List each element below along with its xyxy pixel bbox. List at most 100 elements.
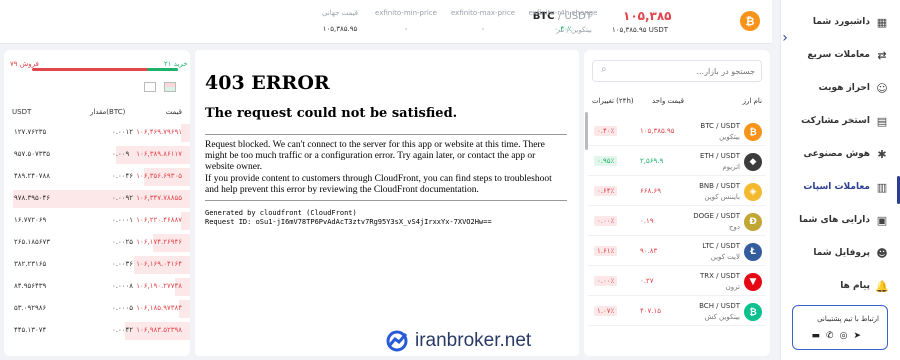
chat-icon[interactable]: ▬ <box>812 331 821 341</box>
row-price: ۱۰۶,۳۵۶.۶۹۳۰۵ <box>136 172 182 180</box>
phone-icon[interactable]: ✆ <box>826 331 834 341</box>
market-row[interactable]: ◈ BNB / USDT بایننس کوین ۶۶۸.۶۹ ۰.۶۴٪ <box>588 178 766 206</box>
stat-label: exfinito-min-price <box>375 9 437 17</box>
error-message: Request blocked. We can't connect to the… <box>205 140 545 172</box>
coin-icon: Ł <box>744 243 762 261</box>
market-symbol: BNB / USDT <box>699 182 740 190</box>
market-price: ۲,۵۶۹.۹ <box>640 157 664 165</box>
row-amount: ۰.۰۰۰۵ <box>112 304 134 312</box>
order-book-row[interactable]: ۲۶۵.۱۸۵۶۷۳ ۰.۰۰۲۵ ۱۰۶,۱۷۴.۲۶۹۴۶ <box>4 232 190 254</box>
col-change: تغییرات (۲۴h) <box>592 97 634 105</box>
wallet-icon: ▣ <box>876 213 888 227</box>
support-box[interactable]: ارتباط با تیم پشتیبانی ▬ ✆ ◎ ➤ <box>792 305 888 350</box>
divider <box>205 200 567 201</box>
market-header: ₿ BTC / USDT بیتکوین / تتر ۱۰۵,۳۸۵ ۱۰۵,۳… <box>0 0 772 44</box>
profile-icon: ☻ <box>876 246 888 260</box>
row-amount: ۰.۰۰۹۲ <box>112 194 134 202</box>
col-price: قیمت واحد <box>652 97 684 105</box>
buy-summary: خرید ۲۱ <box>164 60 188 68</box>
order-book-row[interactable]: ۹۷۸.۳۹۵۰۴۶ ۰.۰۰۹۲ ۱۰۶,۳۴۷.۷۸۸۵۵ <box>4 188 190 210</box>
row-total: ۹۷۸.۳۹۵۰۴۶ <box>14 194 51 202</box>
sidebar-item-label: استخر مشارکت <box>801 116 870 126</box>
stat-value: ۰.۴۰٪ <box>554 25 572 33</box>
book-view-buy-icon[interactable] <box>144 82 156 92</box>
collapse-sidebar-icon[interactable]: › <box>780 26 790 50</box>
sidebar-item-chart[interactable]: ▥ معاملات اسپات <box>803 180 888 194</box>
market-row[interactable]: ₿ BTC / USDT بیتکوین ۱۰۵,۳۸۵.۹۵ ۰.۴۰٪ <box>588 118 766 146</box>
order-book-row[interactable]: ۸۴.۹۵۶۴۳۹ ۰.۰۰۰۸ ۱۰۶,۱۹۰.۲۷۷۴۸ <box>4 276 190 298</box>
row-price: ۱۰۶,۱۶۹.۰۴۱۶۴ <box>136 260 182 268</box>
order-book-row[interactable]: ۳۸۲.۲۳۱۶۵ ۰.۰۰۳۶ ۱۰۶,۱۶۹.۰۴۱۶۴ <box>4 254 190 276</box>
sidebar-item-label: دارایی های شما <box>799 215 870 225</box>
coin-icon: ▼ <box>744 273 762 291</box>
market-symbol: LTC / USDT <box>702 242 740 250</box>
row-total: ۸۴.۹۵۶۴۳۹ <box>14 282 47 290</box>
coin-icon: ₿ <box>744 123 762 141</box>
market-row[interactable]: Ł LTC / USDT لایت کوین ۹۰.۸۳ ۱.۶۱٪ <box>588 238 766 266</box>
market-price: ۹۰.۸۳ <box>640 247 658 255</box>
market-row[interactable]: ▼ TRX / USDT ترون ۰.۲۷ ۰.۰۰٪ <box>588 268 766 296</box>
last-price: ۱۰۵,۳۸۵ <box>623 9 672 23</box>
row-price: ۱۰۶,۱۹۰.۲۷۷۴۸ <box>136 282 182 290</box>
sidebar-item-grid[interactable]: ▦ داشبورد شما <box>813 16 888 29</box>
stat-label: قیمت جهانی <box>321 9 359 17</box>
market-name: دوج <box>728 223 740 231</box>
market-row[interactable]: ◆ ETH / USDT اتریوم ۲,۵۶۹.۹ ۰.۹۵٪ <box>588 148 766 176</box>
sidebar-item-pool[interactable]: ▤ استخر مشارکت <box>801 114 888 128</box>
swap-icon: ⇄ <box>877 48 887 62</box>
order-book-row[interactable]: ۱۲۷.۷۶۲۳۵ ۰.۰۰۱۲ ۱۰۶,۴۶۹.۷۹۶۹۱ <box>4 122 190 144</box>
error-generated: Generated by cloudfront (CloudFront) <box>205 209 357 217</box>
market-symbol: DOGE / USDT <box>693 212 740 220</box>
row-price: ۱۰۶,۱۷۴.۲۶۹۴۶ <box>136 238 182 246</box>
order-book-row[interactable]: ۱۶.۷۷۲۰۶۹ ۰.۰۰۰۱ ۱۰۶,۲۲۰.۴۶۸۸۷ <box>4 210 190 232</box>
sidebar-item-ai[interactable]: ✱ هوش مصنوعی <box>804 148 888 161</box>
search-icon: ⌕ <box>601 64 607 75</box>
sidebar-item-bell[interactable]: 🔔 پیام ها <box>840 279 889 293</box>
market-name: ترون <box>725 283 740 291</box>
order-book-row[interactable]: ۵۳.۰۹۲۹۸۶ ۰.۰۰۰۵ ۱۰۶,۱۸۵.۹۷۳۸۴ <box>4 298 190 320</box>
market-row[interactable]: Đ DOGE / USDT دوج ۰.۱۹ ۰.۰۰٪ <box>588 208 766 236</box>
market-symbol: ETH / USDT <box>699 152 740 160</box>
telegram-icon[interactable]: ➤ <box>853 331 861 341</box>
watermark-text: iranbroker.net <box>415 330 532 351</box>
row-amount: ۰.۰۰۰۸ <box>112 282 134 290</box>
market-search[interactable]: ⌕ <box>592 60 762 82</box>
error-help: If you provide content to customers thro… <box>205 174 552 195</box>
market-price: ۴۰۷.۱۵ <box>640 307 662 315</box>
sidebar-item-wallet[interactable]: ▣ دارایی های شما <box>799 213 888 227</box>
row-total: ۹۵۷.۵۰۷۳۳۵ <box>14 150 51 158</box>
row-price: ۱۰۶,۲۲۰.۴۶۸۸۷ <box>136 216 182 224</box>
support-label: ارتباط با تیم پشتیبانی <box>817 315 879 323</box>
market-row[interactable]: ₿ BCH / USDT بیتکوین کش ۴۰۷.۱۵ ۱.۰۷٪ <box>588 298 766 326</box>
stat-change: exfinito-r4h-change ۰.۴۰٪ <box>528 9 598 33</box>
instagram-icon[interactable]: ◎ <box>840 331 848 341</box>
market-name: لایت کوین <box>710 253 740 261</box>
col-amount: مقدار(BTC) <box>90 108 126 116</box>
sidebar-item-user-check[interactable]: ☺ احراز هویت <box>819 82 888 95</box>
market-change: ۰.۹۵٪ <box>594 156 618 166</box>
book-view-both-icon[interactable] <box>164 82 176 92</box>
divider <box>205 134 567 135</box>
depth-bar <box>180 124 190 142</box>
stat-label: exfinito-r4h-change <box>528 9 598 17</box>
market-name: اتریوم <box>722 163 740 171</box>
market-price: ۰.۲۷ <box>640 277 654 285</box>
order-book-row[interactable]: ۴۸۹.۲۴۰۷۸۸ ۰.۰۰۴۶ ۱۰۶,۳۵۶.۶۹۳۰۵ <box>4 166 190 188</box>
chart-icon: ▥ <box>876 180 888 194</box>
sidebar-item-label: پیام ها <box>840 281 870 291</box>
pool-icon: ▤ <box>876 114 888 128</box>
sidebar-item-swap[interactable]: ⇄ معاملات سریع <box>807 48 888 62</box>
sidebar-item-profile[interactable]: ☻ پروفایل شما <box>813 246 888 260</box>
market-name: بیتکوین <box>719 133 740 141</box>
row-amount: ۰.۰۰۹ <box>112 150 130 158</box>
col-name: نام ارز <box>742 97 762 105</box>
row-total: ۱۲۷.۷۶۲۳۵ <box>14 128 47 136</box>
bell-icon: 🔔 <box>875 279 889 293</box>
sidebar-item-label: معاملات اسپات <box>803 182 870 192</box>
sell-summary: فروش ۷۹ <box>10 60 39 68</box>
row-total: ۴۸۹.۲۴۰۷۸۸ <box>14 172 51 180</box>
coin-icon: ◆ <box>744 153 762 171</box>
order-book-row[interactable]: ۹۵۷.۵۰۷۳۳۵ ۰.۰۰۹ ۱۰۶,۳۸۹.۸۶۱۱۷ <box>4 144 190 166</box>
search-input[interactable] <box>615 64 755 78</box>
order-book-row[interactable]: ۴۴۵.۱۳۰۷۴ ۰.۰۰۴۲ ۱۰۶,۹۸۳.۵۲۳۹۸ <box>4 320 190 342</box>
